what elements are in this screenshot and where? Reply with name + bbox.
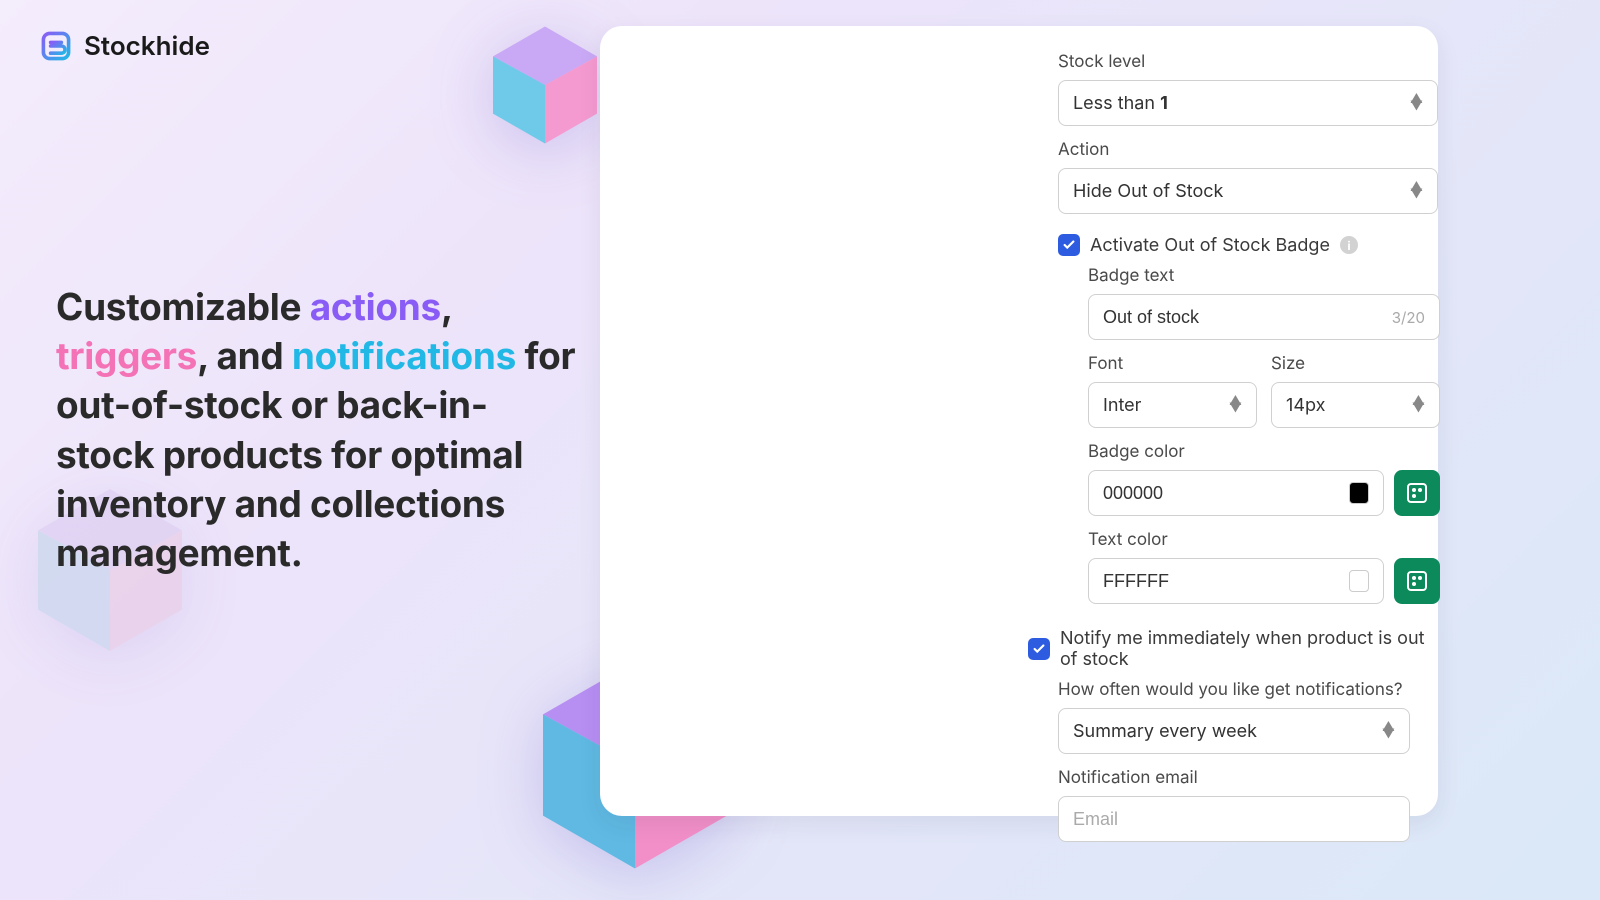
chevron-updown-icon: ▲▼ xyxy=(1229,398,1242,412)
text-color-input[interactable] xyxy=(1088,558,1384,604)
settings-card: Stock level Less than 1 ▲▼ Action Hide O… xyxy=(600,26,1438,816)
badge-text-label: Badge text xyxy=(1088,266,1440,286)
notify-email-label: Notification email xyxy=(1058,768,1410,788)
notify-frequency-select[interactable]: Summary every week ▲▼ xyxy=(1058,708,1410,754)
chevron-updown-icon: ▲▼ xyxy=(1382,724,1395,738)
info-icon[interactable]: i xyxy=(1340,236,1358,254)
size-label: Size xyxy=(1271,354,1440,374)
stock-level-label: Stock level xyxy=(1058,52,1438,72)
chevron-updown-icon: ▲▼ xyxy=(1410,96,1423,110)
badge-text-input[interactable]: 3/20 xyxy=(1088,294,1440,340)
chevron-updown-icon: ▲▼ xyxy=(1412,398,1425,412)
color-swatch xyxy=(1349,482,1369,504)
activate-badge-checkbox[interactable] xyxy=(1058,234,1080,256)
notify-label: Notify me immediately when product is ou… xyxy=(1060,628,1440,670)
notify-email-input[interactable] xyxy=(1058,796,1410,842)
palette-icon xyxy=(1405,481,1429,505)
color-picker-button[interactable] xyxy=(1394,558,1440,604)
size-select[interactable]: 14px ▲▼ xyxy=(1271,382,1440,428)
font-select[interactable]: Inter ▲▼ xyxy=(1088,382,1257,428)
char-counter: 3/20 xyxy=(1392,308,1425,327)
brand-logo: Stockhide xyxy=(38,28,210,64)
color-picker-button[interactable] xyxy=(1394,470,1440,516)
activate-badge-label: Activate Out of Stock Badge xyxy=(1090,235,1330,256)
badge-color-label: Badge color xyxy=(1088,442,1440,462)
chevron-updown-icon: ▲▼ xyxy=(1410,184,1423,198)
marketing-headline: Customizable actions, triggers, and noti… xyxy=(56,282,586,577)
logo-icon xyxy=(38,28,74,64)
action-label: Action xyxy=(1058,140,1438,160)
font-label: Font xyxy=(1088,354,1257,374)
notify-frequency-label: How often would you like get notificatio… xyxy=(1058,680,1410,700)
action-select[interactable]: Hide Out of Stock ▲▼ xyxy=(1058,168,1438,214)
palette-icon xyxy=(1405,569,1429,593)
decorative-cube xyxy=(480,20,610,150)
color-swatch xyxy=(1349,570,1369,592)
stock-level-select[interactable]: Less than 1 ▲▼ xyxy=(1058,80,1438,126)
brand-name: Stockhide xyxy=(84,31,210,62)
badge-color-input[interactable] xyxy=(1088,470,1384,516)
notify-checkbox[interactable] xyxy=(1028,638,1050,660)
text-color-label: Text color xyxy=(1088,530,1440,550)
